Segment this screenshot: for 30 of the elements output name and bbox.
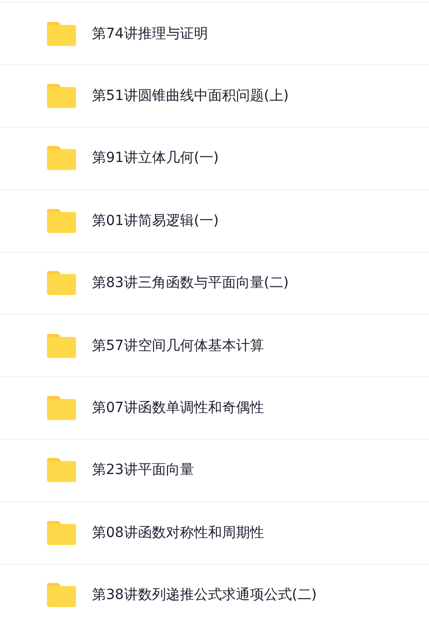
folder-name: 第57讲空间几何体基本计算	[92, 336, 264, 355]
folder-row[interactable]: 第08讲函数对称性和周期性	[0, 501, 429, 564]
folder-name: 第08讲函数对称性和周期性	[92, 524, 264, 542]
folder-name: 第91讲立体几何(一)	[92, 149, 219, 168]
folder-icon	[47, 520, 76, 545]
folder-row[interactable]: 第83讲三角函数与平面向量(二)	[0, 252, 429, 314]
folder-icon	[47, 334, 76, 358]
folder-name: 第74讲推理与证明	[92, 24, 208, 43]
folder-icon	[47, 22, 76, 46]
folder-row[interactable]: 第51讲圆锥曲线中面积问题(上)	[0, 64, 429, 127]
folder-row[interactable]: 第23讲平面向量	[0, 438, 429, 502]
folder-row[interactable]: 第38讲数列递推公式求通项公式(二)	[0, 564, 429, 626]
folder-name: 第01讲简易逻辑(一)	[92, 212, 219, 230]
folder-row[interactable]: 第57讲空间几何体基本计算	[0, 314, 429, 376]
folder-name: 第51讲圆锥曲线中面积问题(上)	[92, 87, 289, 106]
folder-name: 第07讲函数单调性和奇偶性	[92, 399, 264, 418]
folder-row[interactable]: 第91讲立体几何(一)	[0, 126, 429, 190]
folder-row[interactable]: 第07讲函数单调性和奇偶性	[0, 376, 429, 439]
folder-name: 第38讲数列递推公式求通项公式(二)	[92, 586, 317, 604]
folder-icon	[47, 396, 76, 420]
folder-icon	[47, 583, 76, 608]
folder-row[interactable]: 第74讲推理与证明	[0, 2, 429, 64]
folder-row[interactable]: 第01讲简易逻辑(一)	[0, 189, 429, 252]
folder-name: 第83讲三角函数与平面向量(二)	[92, 274, 289, 292]
folder-icon	[47, 458, 76, 482]
folder-icon	[47, 271, 76, 296]
folder-icon	[47, 208, 76, 233]
folder-name: 第23讲平面向量	[92, 461, 194, 480]
folder-icon	[47, 146, 76, 170]
folder-icon	[47, 84, 76, 108]
